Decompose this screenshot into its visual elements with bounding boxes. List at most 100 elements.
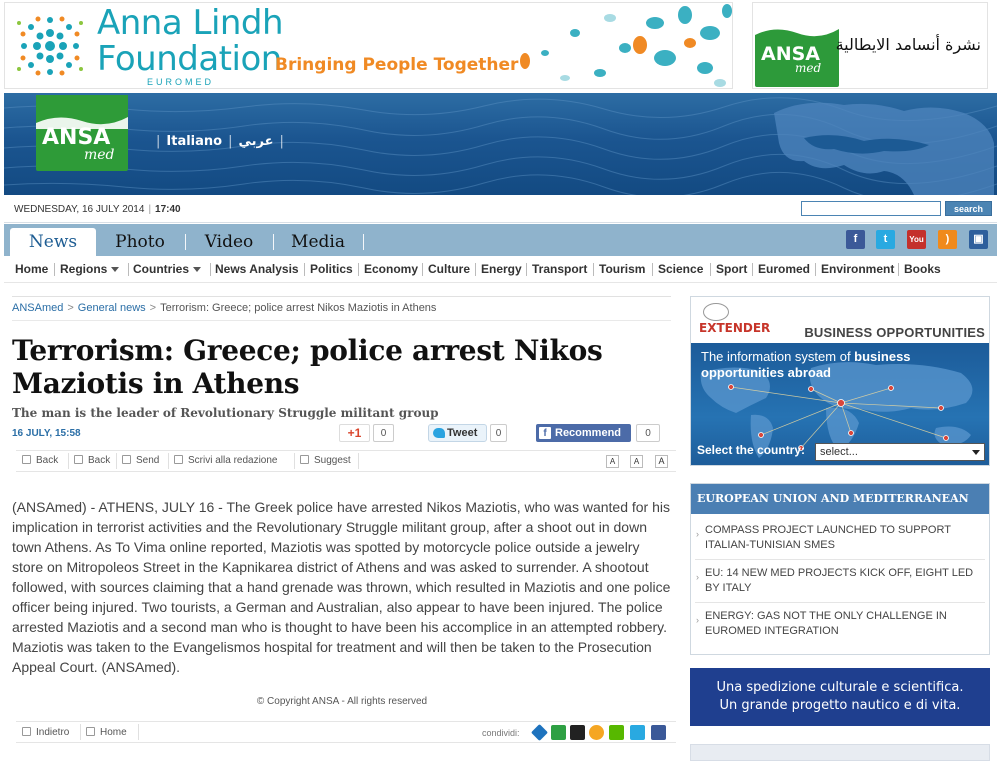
tweet-button[interactable]: Tweet — [428, 424, 487, 442]
logo-wave-icon — [36, 95, 128, 129]
stumbleupon-icon[interactable] — [589, 725, 604, 740]
tweet-label: Tweet — [447, 427, 478, 439]
send-label: Send — [136, 455, 160, 466]
nav-divider — [898, 263, 899, 276]
tab-news[interactable]: News — [10, 228, 96, 256]
toolbar-divider — [116, 453, 117, 469]
suggest-label: Suggest — [314, 455, 351, 466]
facebook-icon[interactable] — [651, 725, 666, 740]
bullet-icon: › — [696, 615, 699, 625]
next-banner[interactable] — [690, 744, 990, 761]
home-icon — [86, 727, 95, 736]
eu-news-item[interactable]: › COMPASS PROJECT LAUNCHED TO SUPPORT ITA… — [691, 523, 989, 553]
google-plus-button[interactable]: +1 — [339, 424, 370, 442]
country-select[interactable]: select... — [815, 443, 985, 461]
comment-icon — [300, 455, 309, 464]
date-sep: | — [148, 204, 152, 215]
extender-globe-icon — [703, 303, 729, 321]
font-decrease-button[interactable]: A — [606, 455, 619, 468]
tab-photo[interactable]: Photo — [100, 228, 180, 256]
nav-euromed[interactable]: Euromed — [758, 262, 810, 276]
nav-divider — [358, 263, 359, 276]
back-arrow-icon — [22, 455, 31, 464]
facebook-icon[interactable]: f — [846, 230, 865, 249]
nav-science[interactable]: Science — [658, 262, 703, 276]
extender-brand: EXTENDER — [699, 321, 771, 335]
eu-box-title[interactable]: EUROPEAN UNION AND MEDITERRANEAN — [691, 484, 989, 514]
breadcrumb-general-news[interactable]: General news — [78, 302, 146, 314]
twitter-icon[interactable] — [630, 725, 645, 740]
toolbar-divider — [358, 453, 359, 469]
ansamed-logo[interactable]: ANSA med — [36, 95, 128, 171]
lang-sep: | — [228, 134, 233, 149]
nav-divider — [422, 263, 423, 276]
digg-icon[interactable] — [570, 725, 585, 740]
twitter-icon[interactable]: t — [876, 230, 895, 249]
write-editor-label: Scrivi alla redazione — [188, 455, 278, 466]
font-reset-button[interactable]: A — [630, 455, 643, 468]
nav-energy[interactable]: Energy — [481, 262, 522, 276]
language-links: | Italiano | عربي | — [153, 134, 287, 149]
font-increase-button[interactable]: A — [655, 455, 668, 468]
chevron-down-icon — [972, 450, 980, 455]
nav-divider — [128, 263, 129, 276]
nav-books[interactable]: Books — [904, 262, 941, 276]
nav-home[interactable]: Home — [15, 262, 48, 276]
send-button[interactable]: Send — [122, 455, 159, 466]
nav-divider — [652, 263, 653, 276]
promo-line-2: Un grande progetto nautico e di vita. — [719, 698, 961, 713]
back-home-label: Back — [88, 455, 111, 466]
business-desc-plain: The information system of — [701, 349, 855, 364]
facebook-recommend-button[interactable]: f Recommend — [536, 424, 631, 442]
nav-politics[interactable]: Politics — [310, 262, 353, 276]
nav-countries[interactable]: Countries — [133, 262, 202, 276]
back-label: Back — [36, 455, 59, 466]
nav-divider — [526, 263, 527, 276]
back-home-button[interactable]: Back — [74, 455, 110, 466]
rss-icon[interactable]: ) — [938, 230, 957, 249]
eu-news-item[interactable]: › ENERGY: GAS NOT THE ONLY CHALLENGE IN E… — [691, 609, 989, 639]
back-button[interactable]: Back — [22, 455, 58, 466]
mobile-icon[interactable]: ▣ — [969, 230, 988, 249]
nav-environment[interactable]: Environment — [821, 262, 894, 276]
lang-italiano-link[interactable]: Italiano — [163, 134, 225, 149]
breadcrumb-ansamed[interactable]: ANSAmed — [12, 302, 63, 314]
business-box-title: BUSINESS OPPORTUNITIES — [804, 325, 985, 340]
home-button[interactable]: Home — [86, 727, 127, 738]
lang-arabic-link[interactable]: عربي — [235, 134, 276, 149]
top-banners: Anna Lindh Foundation EUROMED Bringing P… — [0, 0, 1000, 92]
nav-transport[interactable]: Transport — [532, 262, 587, 276]
breadcrumb-sep: > — [67, 302, 74, 314]
youtube-icon[interactable]: You — [907, 230, 926, 249]
write-editor-button[interactable]: Scrivi alla redazione — [174, 455, 278, 466]
search-input[interactable] — [801, 201, 941, 216]
nav-economy[interactable]: Economy — [364, 262, 418, 276]
nav-culture[interactable]: Culture — [428, 262, 470, 276]
oknotizie-icon[interactable] — [551, 725, 566, 740]
article-title: Terrorism: Greece; police arrest Nikos M… — [12, 334, 603, 400]
nav-tourism[interactable]: Tourism — [599, 262, 645, 276]
share-label: condividi: — [482, 728, 520, 738]
lang-sep: | — [156, 134, 161, 149]
indietro-button[interactable]: Indietro — [22, 727, 69, 738]
search-button[interactable]: search — [945, 201, 992, 216]
suggest-button[interactable]: Suggest — [300, 455, 351, 466]
back-arrow-icon — [22, 727, 31, 736]
anna-lindh-banner[interactable]: Anna Lindh Foundation EUROMED Bringing P… — [4, 2, 733, 89]
promo-banner[interactable]: Una spedizione culturale e scientifica. … — [690, 668, 990, 726]
ansamed-arabic-banner[interactable]: ANSA med نشرة أنسامد الايطالية — [752, 2, 988, 89]
nav-divider — [815, 263, 816, 276]
delicious-icon[interactable] — [531, 724, 548, 741]
nav-divider — [210, 263, 211, 276]
eu-news-item[interactable]: › EU: 14 NEW MED PROJECTS KICK OFF, EIGHT… — [691, 566, 989, 596]
tab-video[interactable]: Video — [190, 228, 268, 256]
mediterranean-map-icon — [774, 102, 994, 195]
toolbar-divider — [294, 453, 295, 469]
bullet-icon: › — [696, 529, 699, 539]
nav-regions[interactable]: Regions — [60, 262, 120, 276]
tab-media[interactable]: Media — [278, 228, 358, 256]
nav-regions-label: Regions — [60, 262, 108, 276]
nav-sport[interactable]: Sport — [716, 262, 747, 276]
nav-news-analysis[interactable]: News Analysis — [215, 262, 299, 276]
technorati-icon[interactable] — [609, 725, 624, 740]
